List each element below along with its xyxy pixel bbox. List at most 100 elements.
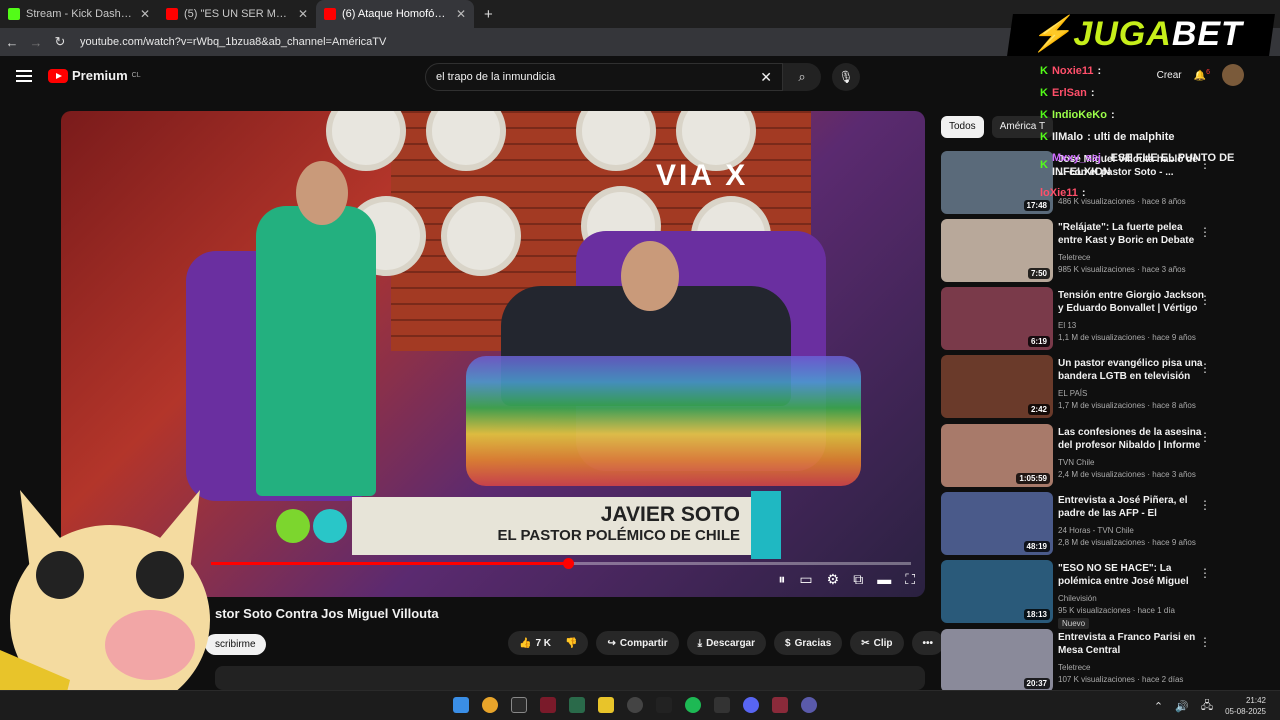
new-tab-button[interactable]: +: [474, 6, 493, 23]
search-input[interactable]: el trapo de la inmundicia: [436, 71, 555, 83]
teal-accent: [751, 491, 781, 559]
kick-icon: K: [1040, 65, 1048, 77]
app-g-icon[interactable]: [656, 697, 672, 713]
recommendation-item[interactable]: 20:37 Entrevista a Franco Parisi en Mesa …: [941, 629, 1241, 693]
recommendation-item[interactable]: 7:50 "Relájate": La fuerte pelea entre Ka…: [941, 219, 1241, 283]
scrubber-handle[interactable]: [563, 558, 574, 569]
recommendation-title[interactable]: Entrevista a Franco Parisi en Mesa Centr…: [1058, 631, 1208, 657]
chip-todos[interactable]: Todos: [941, 116, 984, 138]
clock[interactable]: 21:42 05-08-2025: [1225, 695, 1266, 717]
thanks-label: Gracias: [794, 637, 832, 649]
chrome-icon[interactable]: [482, 697, 498, 713]
download-button[interactable]: ⤓ Descargar: [686, 631, 766, 655]
video-title: stor Soto Contra Jos Miguel Villouta: [215, 606, 439, 621]
obs-icon[interactable]: [627, 697, 643, 713]
video-thumbnail[interactable]: 48:19: [941, 492, 1053, 555]
theater-mode-icon[interactable]: ▬: [877, 571, 891, 588]
recommendation-item[interactable]: 1:05:59 Las confesiones de la asesina del…: [941, 424, 1241, 488]
recommendation-channel[interactable]: TVN Chile: [1058, 458, 1094, 467]
more-options-icon[interactable]: ⋮: [1199, 566, 1211, 580]
decor-circle: [441, 196, 521, 276]
miniplayer-icon[interactable]: ⧉: [853, 571, 863, 588]
description-box[interactable]: [215, 666, 925, 690]
file-explorer-icon[interactable]: [598, 697, 614, 713]
clip-button[interactable]: ✂ Clip: [850, 631, 904, 655]
guest-head: [621, 241, 679, 311]
speaker-icon[interactable]: 🔊: [1175, 700, 1189, 713]
recommendation-title[interactable]: "Relájate": La fuerte pelea entre Kast y…: [1058, 221, 1208, 248]
close-tab-icon[interactable]: ✕: [140, 7, 150, 21]
new-badge: Nuevo: [1058, 618, 1090, 629]
app-m2-icon[interactable]: [772, 697, 788, 713]
windows-start-icon[interactable]: [453, 697, 469, 713]
more-actions-button[interactable]: •••: [911, 631, 945, 655]
video-thumbnail[interactable]: 6:19: [941, 287, 1053, 350]
video-thumbnail[interactable]: 2:42: [941, 355, 1053, 418]
recommendation-title[interactable]: Un pastor evangélico pisa una bandera LG…: [1058, 357, 1208, 383]
voice-search-button[interactable]: 🎙: [832, 63, 860, 91]
recommendation-channel[interactable]: Teletrece: [1058, 253, 1090, 262]
spotify-icon[interactable]: [685, 697, 701, 713]
video-progress-bar[interactable]: [211, 558, 911, 569]
thanks-button[interactable]: $ Gracias: [774, 631, 843, 655]
recommendation-channel[interactable]: 24 Horas - TVN Chile: [1058, 526, 1134, 535]
more-options-icon[interactable]: ⋮: [1199, 293, 1211, 307]
recommendation-item[interactable]: 6:19 Tensión entre Giorgio Jackson y Edua…: [941, 287, 1241, 351]
video-thumbnail[interactable]: 17:48: [941, 151, 1053, 214]
video-thumbnail[interactable]: 7:50: [941, 219, 1053, 282]
tab-kick-dashboard[interactable]: Stream - Kick Dashboard ✕: [0, 0, 158, 28]
chevron-up-icon[interactable]: ⌃: [1154, 700, 1163, 713]
app-dark-icon[interactable]: [714, 697, 730, 713]
recommendation-title[interactable]: Tensión entre Giorgio Jackson y Eduardo …: [1058, 289, 1208, 316]
recommendation-item[interactable]: 48:19 Entrevista a José Piñera, el padre …: [941, 492, 1241, 556]
system-tray: ⌃ 🔊 🖧 21:42 05-08-2025: [1154, 695, 1266, 717]
close-tab-icon[interactable]: ✕: [456, 7, 466, 21]
autoplay-toggle-icon[interactable]: ⏸: [778, 571, 785, 588]
app-m-icon[interactable]: [540, 697, 556, 713]
app-circle-icon[interactable]: [801, 697, 817, 713]
video-thumbnail[interactable]: 1:05:59: [941, 424, 1053, 487]
video-duration: 18:13: [1023, 609, 1050, 620]
discord-icon[interactable]: [743, 697, 759, 713]
video-thumbnail[interactable]: 20:37: [941, 629, 1053, 692]
youtube-logo[interactable]: Premium CL: [48, 68, 141, 83]
more-options-icon[interactable]: ⋮: [1199, 498, 1211, 512]
network-icon[interactable]: 🖧: [1201, 697, 1213, 716]
app-doc-icon[interactable]: [569, 697, 585, 713]
video-thumbnail[interactable]: 18:13: [941, 560, 1053, 623]
recommendation-title[interactable]: Entrevista a José Piñera, el padre de la…: [1058, 494, 1208, 521]
sponsor-brand-b: BET: [1171, 15, 1243, 53]
settings-gear-icon[interactable]: ⚙: [827, 571, 840, 588]
clear-search-icon[interactable]: ✕: [760, 69, 772, 86]
forward-icon[interactable]: →: [24, 35, 48, 50]
search-box[interactable]: el trapo de la inmundicia ✕: [425, 63, 783, 91]
recommendation-channel[interactable]: Teletrece: [1058, 663, 1090, 672]
recommendation-channel[interactable]: Chilevisión: [1058, 594, 1097, 603]
recommendation-title[interactable]: "ESO NO SE HACE": La polémica entre José…: [1058, 562, 1208, 589]
more-options-icon[interactable]: ⋮: [1199, 635, 1211, 649]
tab-youtube-ataque[interactable]: (6) Ataque Homofóbico Del Pasto ✕: [316, 0, 474, 28]
subtitles-icon[interactable]: ▭: [799, 571, 812, 588]
recommendation-item[interactable]: 18:13 "ESO NO SE HACE": La polémica entre…: [941, 560, 1241, 629]
search-button[interactable]: ⌕: [783, 63, 821, 91]
more-options-icon[interactable]: ⋮: [1199, 361, 1211, 375]
close-tab-icon[interactable]: ✕: [298, 7, 308, 21]
recommendation-channel[interactable]: El 13: [1058, 321, 1076, 330]
recommendation-item[interactable]: 2:42 Un pastor evangélico pisa una bander…: [941, 355, 1241, 419]
tab-youtube-villouta[interactable]: (5) "ES UN SER MALIGNO": Villo ✕: [158, 0, 316, 28]
more-options-icon[interactable]: ⋮: [1199, 225, 1211, 239]
recommendation-title[interactable]: Las confesiones de la asesina del profes…: [1058, 426, 1208, 453]
fullscreen-icon[interactable]: ⛶: [905, 571, 915, 588]
app-c-icon[interactable]: [511, 697, 527, 713]
url-field[interactable]: youtube.com/watch?v=rWbq_1bzua8&ab_chann…: [80, 36, 386, 48]
back-icon[interactable]: ←: [0, 35, 24, 50]
thumbs-down-icon[interactable]: 👎: [565, 638, 577, 649]
menu-icon[interactable]: [16, 70, 32, 82]
share-button[interactable]: ↪ Compartir: [596, 631, 679, 655]
like-button[interactable]: 👍 7 K 👎: [508, 631, 589, 655]
lightning-icon: ⚡: [1030, 15, 1074, 53]
recommendation-channel[interactable]: EL PAÍS: [1058, 389, 1087, 398]
more-options-icon[interactable]: ⋮: [1199, 430, 1211, 444]
reload-icon[interactable]: ↻: [48, 34, 72, 50]
recommendation-meta: 107 K visualizaciones · hace 2 días: [1058, 675, 1184, 684]
